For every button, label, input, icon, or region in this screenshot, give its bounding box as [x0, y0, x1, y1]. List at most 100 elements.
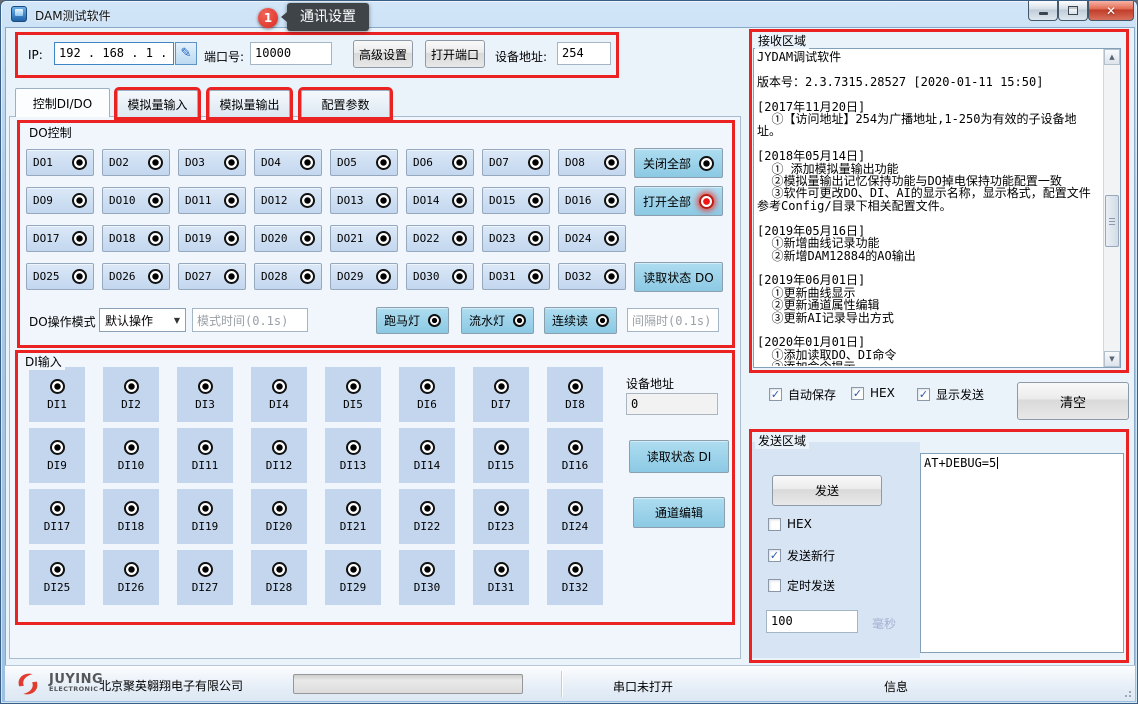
do-channel-button-do15[interactable]: DO15 [482, 187, 550, 214]
do-channel-button-do6[interactable]: DO6 [406, 149, 474, 176]
do-mode-select[interactable]: 默认操作 ▼ [99, 308, 186, 332]
do-channel-label: DO9 [33, 194, 53, 207]
receive-log-text: JYDAM调试软件 版本号：2.3.7315.28527 [2020-01-11… [757, 51, 1099, 366]
scroll-down-button[interactable]: ▼ [1104, 351, 1120, 367]
di-state-led-icon [124, 562, 139, 577]
pencil-icon: ✎ [181, 46, 192, 61]
receive-hex-checkbox[interactable]: ✓ HEX [851, 386, 895, 400]
receive-scrollbar[interactable]: ▲ ▼ [1103, 49, 1120, 367]
do-channel-button-do11[interactable]: DO11 [178, 187, 246, 214]
interval-input[interactable]: 间隔时(0.1s) [627, 308, 719, 332]
open-port-button[interactable]: 打开端口 [425, 40, 485, 68]
di-grid: DI1DI2DI3DI4DI5DI6DI7DI8DI9DI10DI11DI12D… [29, 367, 603, 605]
do-channel-button-do22[interactable]: DO22 [406, 225, 474, 252]
di-device-address-input[interactable]: 0 [626, 393, 718, 415]
channel-edit-button[interactable]: 通道编辑 [633, 497, 725, 528]
do-channel-button-do31[interactable]: DO31 [482, 263, 550, 290]
do-channel-button-do2[interactable]: DO2 [102, 149, 170, 176]
di-channel-label: DI29 [340, 581, 367, 594]
do-channel-button-do10[interactable]: DO10 [102, 187, 170, 214]
do-channel-label: DO15 [489, 194, 516, 207]
do-channel-button-do29[interactable]: DO29 [330, 263, 398, 290]
do-channel-button-do9[interactable]: DO9 [26, 187, 94, 214]
do-channel-button-do19[interactable]: DO19 [178, 225, 246, 252]
edit-ip-button[interactable]: ✎ [175, 42, 197, 65]
resize-grip-icon[interactable] [1121, 687, 1131, 697]
do-channel-button-do8[interactable]: DO8 [558, 149, 626, 176]
do-channel-label: DO20 [261, 232, 288, 245]
send-hex-checkbox[interactable]: HEX [768, 517, 812, 531]
close-button[interactable]: ✕ [1088, 1, 1134, 21]
send-button[interactable]: 发送 [772, 475, 882, 506]
do-channel-button-do12[interactable]: DO12 [254, 187, 322, 214]
do-channel-button-do1[interactable]: DO1 [26, 149, 94, 176]
do-channel-label: DO2 [109, 156, 129, 169]
do-channel-button-do24[interactable]: DO24 [558, 225, 626, 252]
send-textarea[interactable]: AT+DEBUG=5 [920, 453, 1124, 653]
di-channel-label: DI15 [488, 459, 515, 472]
tab-analog-output[interactable]: 模拟量输出 [209, 90, 290, 117]
di-state-led-icon [346, 562, 361, 577]
show-send-checkbox[interactable]: ✓ 显示发送 [917, 386, 984, 403]
annotation-step-badge: 1 [258, 8, 278, 28]
port-input[interactable]: 10000 [250, 42, 332, 65]
receive-log[interactable]: JYDAM调试软件 版本号：2.3.7315.28527 [2020-01-11… [753, 48, 1121, 368]
di-state-led-icon [420, 379, 435, 394]
do-channel-button-do18[interactable]: DO18 [102, 225, 170, 252]
open-all-button[interactable]: 打开全部 [634, 186, 723, 216]
scrollbar-thumb[interactable] [1105, 195, 1119, 247]
ip-input[interactable]: 192 . 168 . 1 . 232 [54, 42, 174, 65]
do-state-led-icon [148, 231, 163, 246]
do-channel-button-do28[interactable]: DO28 [254, 263, 322, 290]
do-state-led-icon [528, 269, 543, 284]
do-channel-button-do4[interactable]: DO4 [254, 149, 322, 176]
autosave-checkbox[interactable]: ✓ 自动保存 [769, 386, 836, 403]
di-state-led-icon [568, 379, 583, 394]
read-do-status-button[interactable]: 读取状态 DO [634, 262, 723, 292]
do-channel-label: DO4 [261, 156, 281, 169]
mode-time-input[interactable]: 模式时间(0.1s) [192, 308, 308, 332]
clear-button[interactable]: 清空 [1017, 382, 1129, 420]
do-channel-button-do25[interactable]: DO25 [26, 263, 94, 290]
tab-control-dido[interactable]: 控制DI/DO [15, 88, 110, 117]
scroll-up-button[interactable]: ▲ [1104, 49, 1120, 65]
flow-light-button[interactable]: 流水灯 [461, 307, 534, 334]
di-channel-label: DI9 [47, 459, 67, 472]
di-group-title: DI输入 [22, 353, 65, 370]
maximize-button[interactable] [1058, 1, 1088, 21]
minimize-button[interactable] [1028, 1, 1058, 21]
do-channel-button-do23[interactable]: DO23 [482, 225, 550, 252]
di-channel-tile-di28: DI28 [251, 550, 307, 605]
marquee-button[interactable]: 跑马灯 [376, 307, 449, 334]
di-channel-label: DI12 [266, 459, 293, 472]
device-address-input[interactable]: 254 [557, 42, 611, 65]
do-channel-button-do17[interactable]: DO17 [26, 225, 94, 252]
checkbox-checked-icon: ✓ [851, 387, 864, 400]
do-channel-label: DO10 [109, 194, 136, 207]
close-all-button[interactable]: 关闭全部 [634, 148, 723, 178]
do-channel-button-do3[interactable]: DO3 [178, 149, 246, 176]
do-channel-button-do32[interactable]: DO32 [558, 263, 626, 290]
do-channel-button-do13[interactable]: DO13 [330, 187, 398, 214]
do-channel-button-do30[interactable]: DO30 [406, 263, 474, 290]
do-channel-button-do16[interactable]: DO16 [558, 187, 626, 214]
timed-interval-input[interactable]: 100 [766, 610, 858, 633]
advanced-settings-button[interactable]: 高级设置 [353, 40, 413, 68]
do-channel-button-do27[interactable]: DO27 [178, 263, 246, 290]
read-di-status-button[interactable]: 读取状态 DI [629, 440, 729, 473]
do-channel-button-do20[interactable]: DO20 [254, 225, 322, 252]
do-mode-label: DO操作模式 [29, 313, 96, 330]
send-newline-checkbox[interactable]: ✓ 发送新行 [768, 547, 835, 564]
tab-analog-input[interactable]: 模拟量输入 [117, 90, 198, 117]
annotation-tooltip: 通讯设置 [287, 3, 369, 31]
do-channel-button-do7[interactable]: DO7 [482, 149, 550, 176]
do-channel-button-do14[interactable]: DO14 [406, 187, 474, 214]
timed-send-checkbox[interactable]: 定时发送 [768, 577, 835, 594]
do-channel-button-do5[interactable]: DO5 [330, 149, 398, 176]
di-channel-tile-di10: DI10 [103, 428, 159, 483]
do-channel-button-do21[interactable]: DO21 [330, 225, 398, 252]
tab-config-params[interactable]: 配置参数 [301, 90, 390, 117]
do-channel-button-do26[interactable]: DO26 [102, 263, 170, 290]
di-channel-label: DI20 [266, 520, 293, 533]
continuous-read-button[interactable]: 连续读 [544, 307, 617, 334]
